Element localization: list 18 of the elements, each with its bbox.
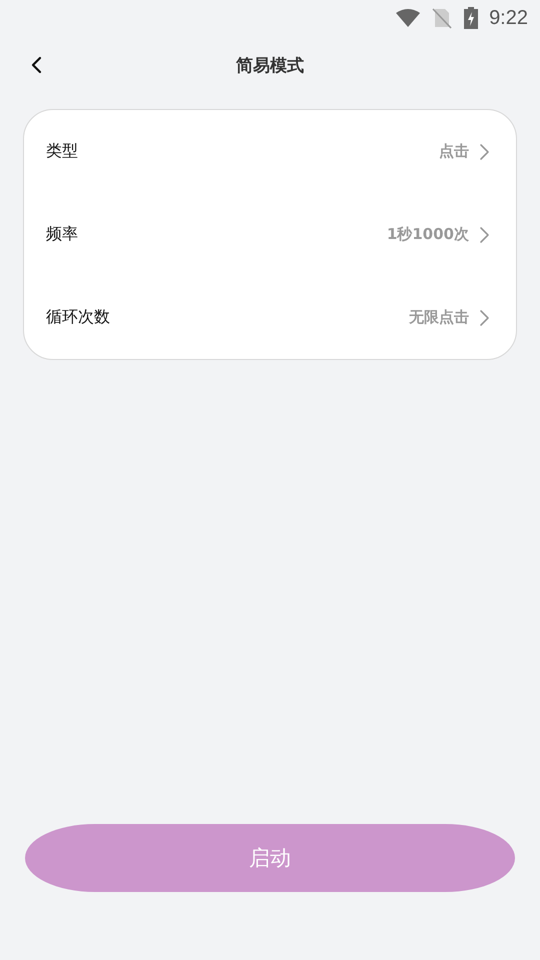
setting-value: 无限点击	[409, 308, 469, 327]
chevron-right-icon	[479, 308, 490, 326]
setting-row[interactable]: 频率 1秒1000次	[24, 193, 516, 276]
status-time: 9:22	[489, 6, 528, 30]
setting-row[interactable]: 类型 点击	[24, 110, 516, 193]
setting-label: 频率	[46, 224, 78, 245]
chevron-right-icon	[479, 142, 490, 160]
back-icon	[30, 56, 43, 74]
setting-label: 循环次数	[46, 307, 110, 328]
setting-value: 点击	[439, 142, 469, 161]
chevron-right-icon	[479, 226, 490, 244]
battery-charging-icon	[463, 7, 480, 29]
setting-label: 类型	[46, 141, 78, 162]
page-title: 简易模式	[236, 54, 304, 76]
wifi-icon	[395, 8, 422, 28]
setting-row[interactable]: 循环次数 无限点击	[24, 276, 516, 359]
no-sim-icon	[431, 7, 454, 29]
setting-value: 1秒1000次	[386, 225, 469, 244]
